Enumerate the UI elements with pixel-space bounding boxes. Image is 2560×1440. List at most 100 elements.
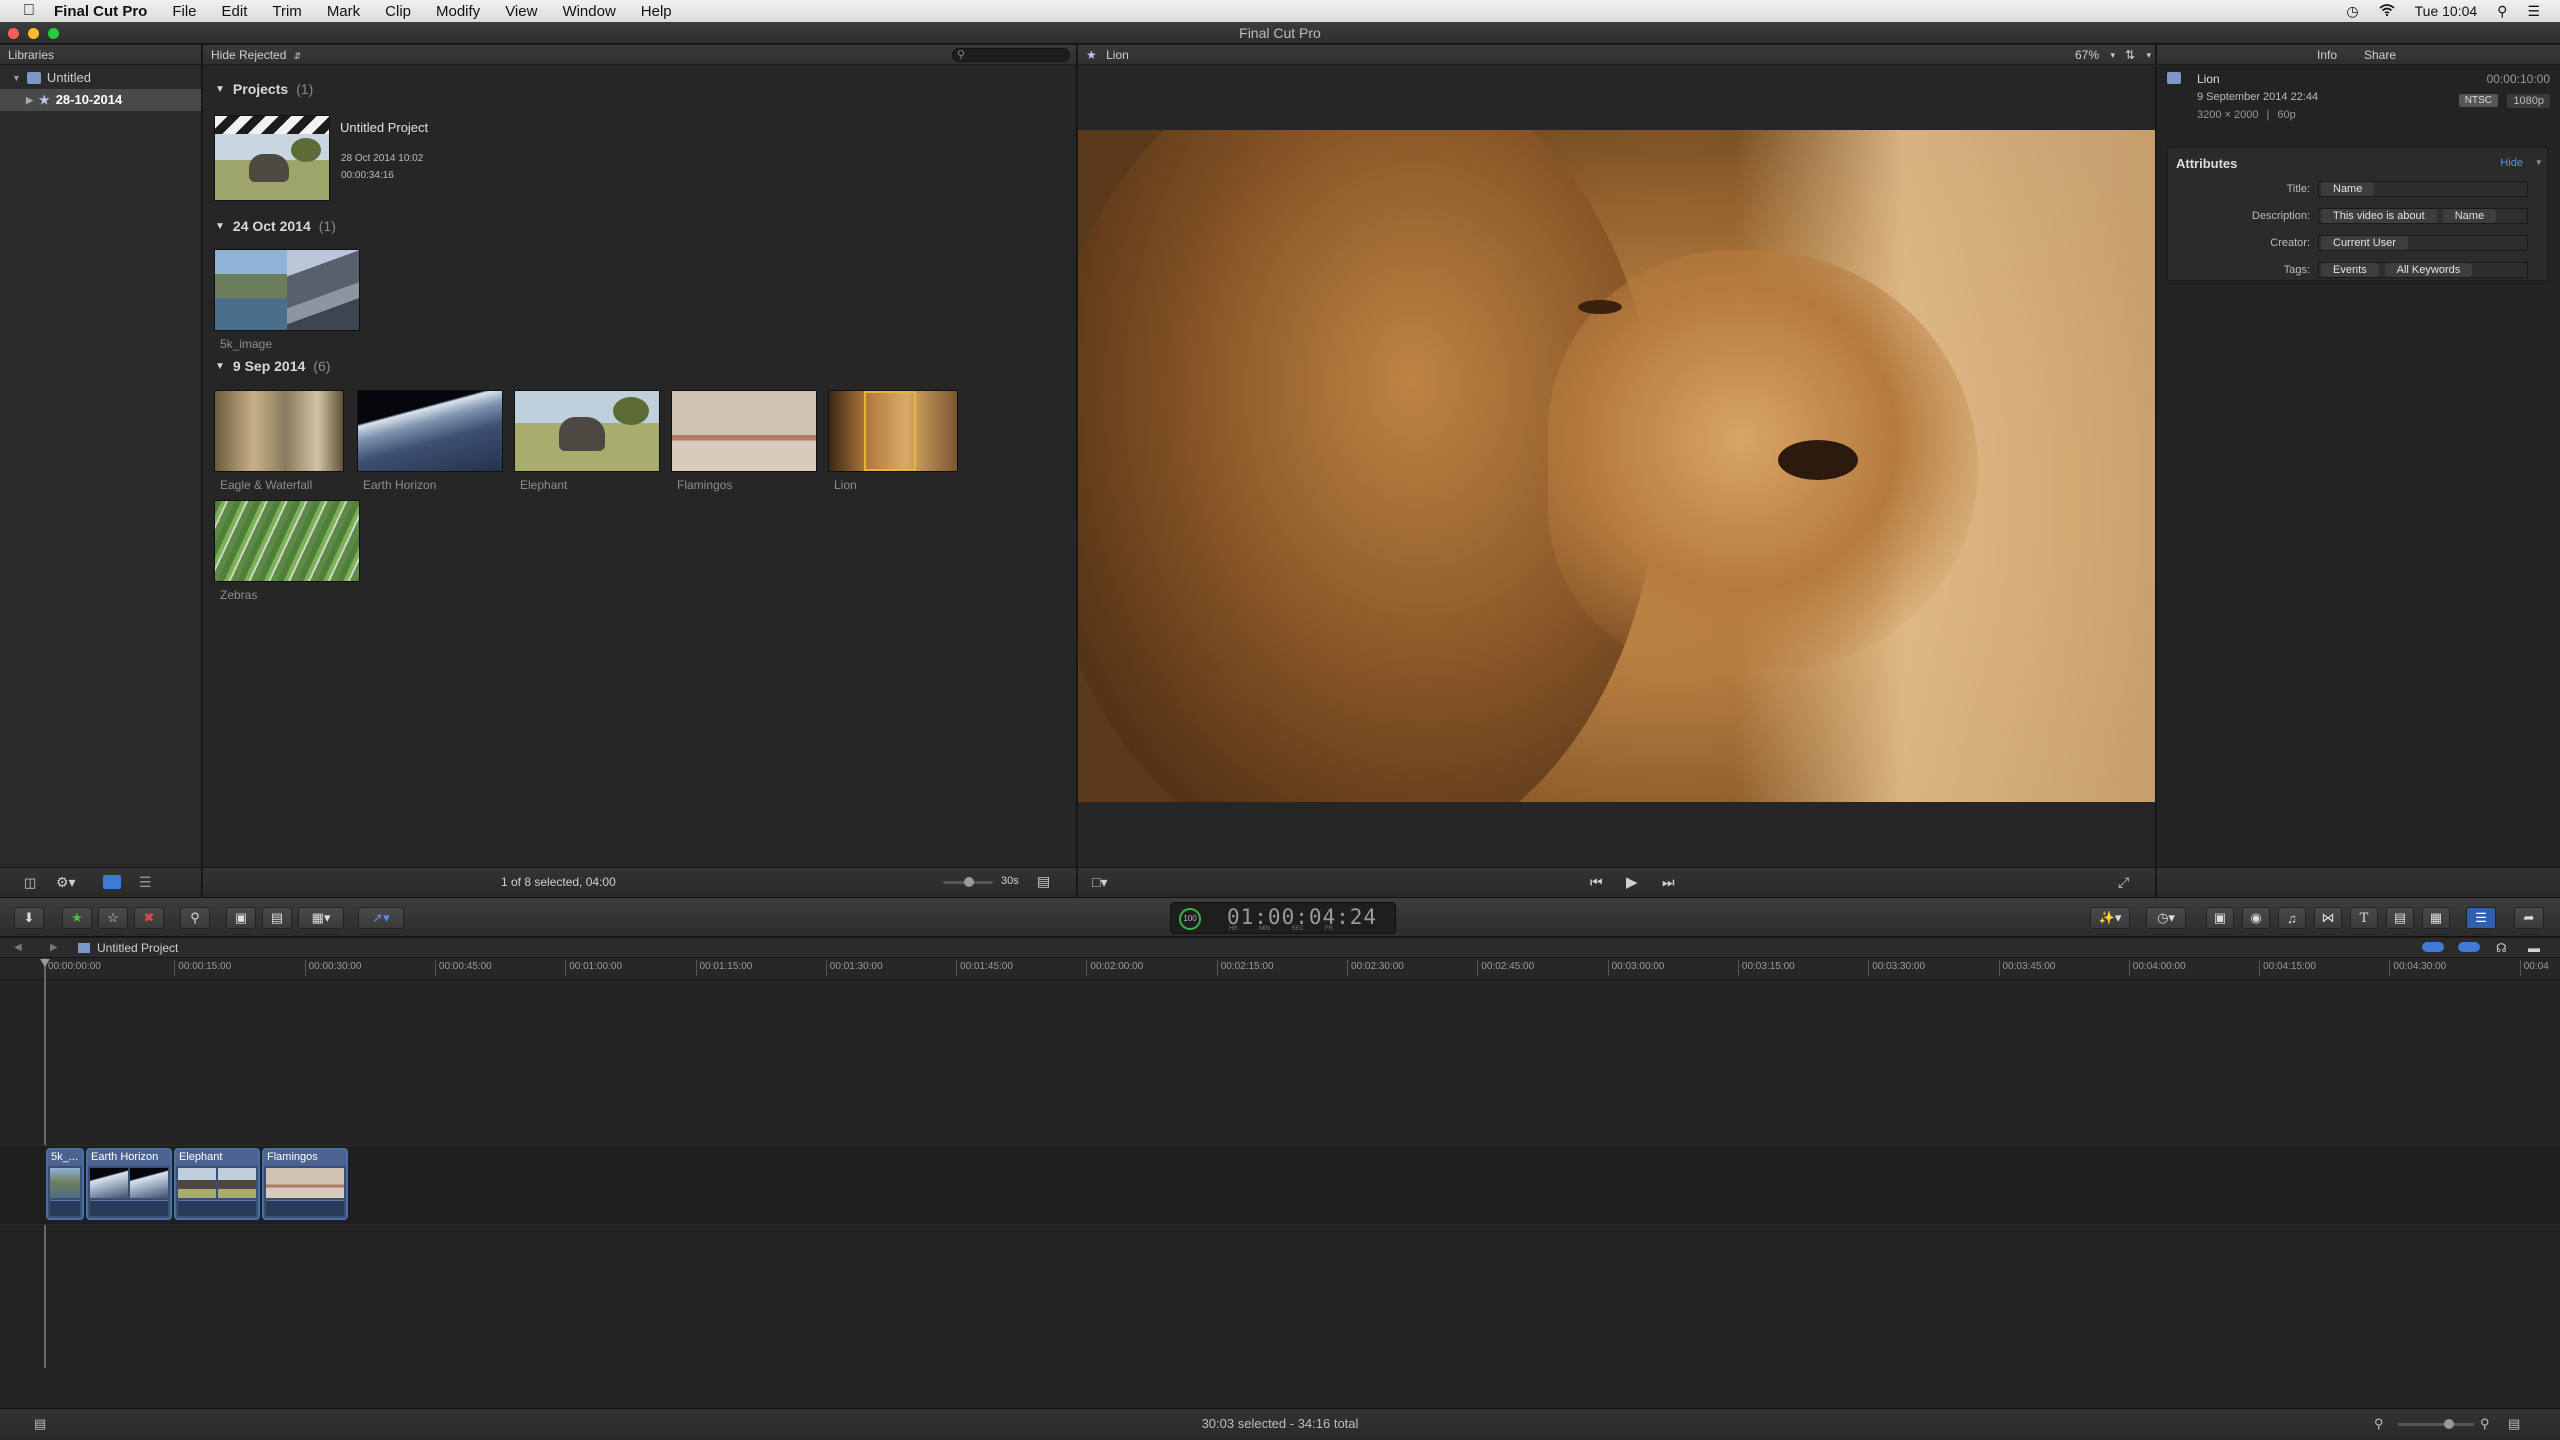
media-browser-button[interactable]: ▣ <box>2206 907 2234 929</box>
filmstrip-view-icon[interactable] <box>103 875 121 889</box>
viewer-video-frame[interactable] <box>1078 130 2155 802</box>
favorite-button[interactable]: ★ <box>62 907 92 929</box>
append-clip-button[interactable]: ▦▾ <box>298 907 344 929</box>
titles-button[interactable]: T <box>2350 907 2378 929</box>
forward-arrow-icon[interactable]: ▶ <box>50 938 58 958</box>
transform-icon[interactable]: □▾ <box>1092 874 1107 891</box>
timeline-clip-earth-horizon[interactable]: Earth Horizon <box>86 1148 172 1220</box>
section-9-sep[interactable]: ▼ 9 Sep 2014 (6) <box>215 358 330 374</box>
creator-field[interactable]: Current User <box>2318 235 2528 251</box>
dashboard-timecode[interactable]: 100 01:00:04:24 HR MIN SEC FR <box>1170 902 1396 934</box>
menu-app[interactable]: Final Cut Pro <box>54 3 147 20</box>
enhancements-button[interactable]: ✨▾ <box>2090 907 2130 929</box>
popup-arrows-icon[interactable]: ⇵ <box>294 51 302 61</box>
token-text[interactable]: This video is about <box>2321 209 2437 223</box>
clip-zebras[interactable]: Zebras <box>214 500 360 602</box>
hide-button[interactable]: Hide <box>2500 157 2523 169</box>
time-machine-icon[interactable]: ◷ <box>2346 3 2358 20</box>
clip-appearance-icon[interactable]: ▤ <box>2508 1409 2520 1439</box>
clip-elephant[interactable]: Elephant <box>514 390 660 492</box>
snapping-icon[interactable]: ▬ <box>2528 938 2540 958</box>
disclosure-open-icon[interactable]: ▼ <box>12 67 21 89</box>
share-button[interactable]: ➦ <box>2514 907 2544 929</box>
menu-file[interactable]: File <box>172 3 196 20</box>
tags-field[interactable]: Events All Keywords <box>2318 262 2528 278</box>
inspector-toggle-button[interactable]: ☰ <box>2466 907 2496 929</box>
tab-info[interactable]: Info <box>2317 45 2337 65</box>
connect-clip-button[interactable]: ▣ <box>226 907 256 929</box>
zoom-popup-icon[interactable]: ▾ <box>2110 45 2115 65</box>
attributes-menu-icon[interactable]: ▾ <box>2536 157 2541 168</box>
browser-search-input[interactable]: ⚲ <box>952 48 1070 62</box>
timeline-clip-flamingos[interactable]: Flamingos <box>262 1148 348 1220</box>
menu-clip[interactable]: Clip <box>385 3 411 20</box>
keyword-button[interactable]: ⚲ <box>180 907 210 929</box>
menu-mark[interactable]: Mark <box>327 3 360 20</box>
import-button[interactable]: ⬇ <box>14 907 44 929</box>
tab-share[interactable]: Share <box>2364 45 2396 65</box>
timeline-zoom-slider[interactable] <box>2398 1419 2474 1429</box>
token-events[interactable]: Events <box>2321 263 2379 277</box>
apple-icon[interactable]:  <box>18 2 40 20</box>
disclosure-closed-icon[interactable]: ▶ <box>26 89 33 111</box>
clip-flamingos[interactable]: Flamingos <box>671 390 817 492</box>
clip-lion[interactable]: Lion <box>828 390 958 492</box>
generators-button[interactable]: ▤ <box>2386 907 2414 929</box>
token-name[interactable]: Name <box>2321 182 2375 196</box>
background-tasks-progress[interactable]: 100 <box>1179 908 1201 930</box>
show-libraries-icon[interactable]: ◫ <box>24 875 36 891</box>
go-to-end-icon[interactable]: ⏭ <box>1662 874 1675 891</box>
filter-popup[interactable]: Hide Rejected <box>211 48 286 62</box>
close-window-button[interactable] <box>8 28 19 39</box>
menu-window[interactable]: Window <box>562 3 615 20</box>
description-field[interactable]: This video is about Name <box>2318 208 2528 224</box>
action-gear-icon[interactable]: ⚙▾ <box>56 874 76 891</box>
menu-view[interactable]: View <box>505 3 537 20</box>
wifi-icon[interactable] <box>2379 3 2395 19</box>
list-view-icon[interactable]: ☰ <box>139 874 152 891</box>
back-arrow-icon[interactable]: ◀ <box>14 938 22 958</box>
unrate-button[interactable]: ☆ <box>98 907 128 929</box>
clip-eagle-waterfall[interactable]: Eagle & Waterfall <box>214 390 344 492</box>
notification-center-icon[interactable]: ☰ <box>2527 3 2540 20</box>
project-thumbnail[interactable] <box>214 115 330 201</box>
slider-knob[interactable] <box>964 877 974 887</box>
menu-edit[interactable]: Edit <box>222 3 248 20</box>
photos-button[interactable]: ◉ <box>2242 907 2270 929</box>
zoom-window-button[interactable] <box>48 28 59 39</box>
view-options-icon[interactable]: ⇅ <box>2125 45 2135 65</box>
timeline-clip-elephant[interactable]: Elephant <box>174 1148 260 1220</box>
clip-appearance-icon[interactable]: ▤ <box>1037 873 1050 890</box>
spotlight-icon[interactable]: ⚲ <box>2497 3 2507 20</box>
menu-modify[interactable]: Modify <box>436 3 480 20</box>
viewer-zoom[interactable]: 67% <box>2075 45 2099 65</box>
select-tool-button[interactable]: ➚▾ <box>358 907 404 929</box>
timeline-ruler[interactable]: 00:00:00:00 00:00:15:00 00:00:30:00 00:00:4… <box>0 958 2560 980</box>
menu-trim[interactable]: Trim <box>272 3 301 20</box>
view-popup-icon[interactable]: ▾ <box>2146 45 2151 65</box>
zoom-in-icon[interactable]: ⚲ <box>2480 1409 2490 1439</box>
selection-range[interactable] <box>864 391 916 471</box>
token-current-user[interactable]: Current User <box>2321 236 2408 250</box>
section-24-oct[interactable]: ▼ 24 Oct 2014 (1) <box>215 218 336 234</box>
insert-clip-button[interactable]: ▤ <box>262 907 292 929</box>
token-all-keywords[interactable]: All Keywords <box>2384 263 2473 277</box>
themes-button[interactable]: ▦ <box>2422 907 2450 929</box>
library-item[interactable]: ▼ Untitled <box>0 67 201 89</box>
retime-button[interactable]: ◷▾ <box>2146 907 2186 929</box>
primary-storyline[interactable]: 5k_... Earth Horizon Elephant Flamingos <box>0 1145 2560 1225</box>
project-name[interactable]: Untitled Project <box>340 120 428 135</box>
timeline-clip-5k-image[interactable]: 5k_... <box>46 1148 84 1220</box>
menu-clock[interactable]: Tue 10:04 <box>2415 3 2478 19</box>
token-name[interactable]: Name <box>2442 209 2497 223</box>
disclosure-open-icon[interactable]: ▼ <box>215 361 225 372</box>
solo-icon[interactable]: ☊ <box>2496 938 2507 958</box>
slider-knob[interactable] <box>2444 1419 2454 1429</box>
go-to-start-icon[interactable]: ⏮ <box>1590 874 1603 891</box>
zoom-out-icon[interactable]: ⚲ <box>2374 1409 2384 1439</box>
clip-zoom-slider[interactable] <box>943 877 993 887</box>
clip-5k-image[interactable]: 5k_image <box>214 249 360 351</box>
title-field[interactable]: Name <box>2318 181 2528 197</box>
audio-skimming-toggle[interactable] <box>2458 942 2480 952</box>
music-button[interactable]: ♫ <box>2278 907 2306 929</box>
